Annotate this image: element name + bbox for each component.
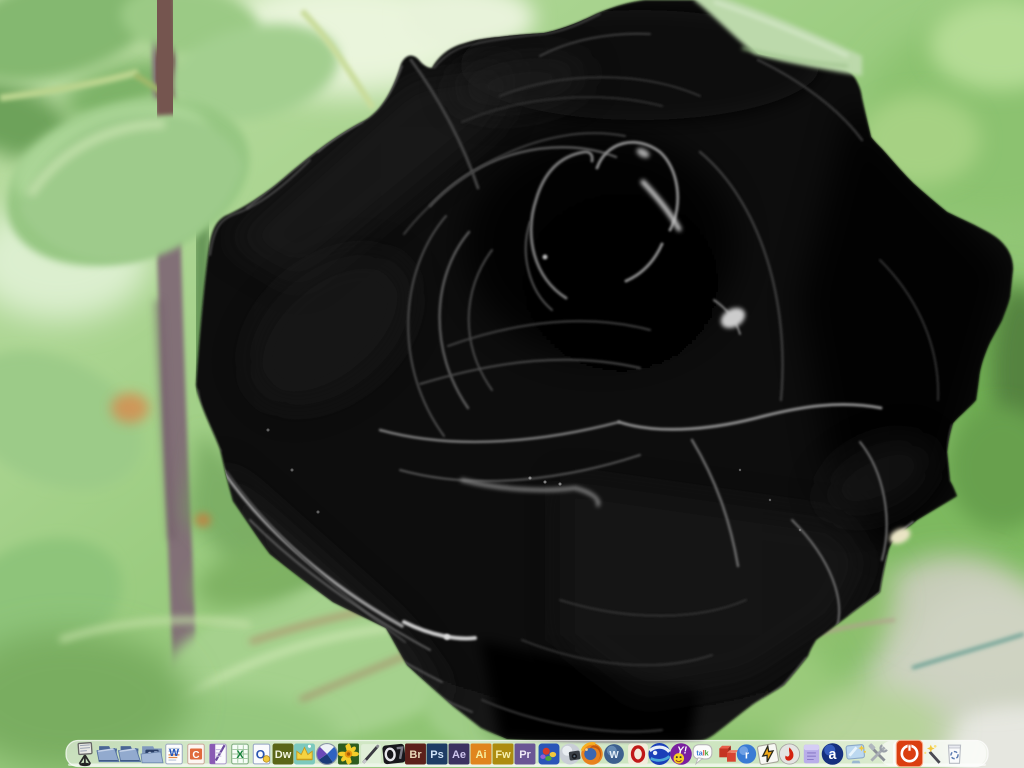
svg-text:a: a bbox=[829, 747, 838, 763]
svg-text:Fw: Fw bbox=[495, 749, 511, 761]
svg-text:W: W bbox=[169, 748, 179, 759]
svg-text:Pr: Pr bbox=[519, 749, 531, 761]
svg-text:r: r bbox=[745, 749, 750, 761]
svg-text:Dw: Dw bbox=[275, 749, 292, 761]
svg-text:X: X bbox=[236, 749, 244, 761]
svg-text:C: C bbox=[192, 750, 199, 761]
svg-text:Ai: Ai bbox=[476, 749, 487, 761]
svg-text:Ae: Ae bbox=[452, 749, 466, 761]
svg-text:Br: Br bbox=[409, 749, 422, 761]
svg-text:Ps: Ps bbox=[430, 749, 443, 761]
svg-text:talk: talk bbox=[696, 750, 708, 758]
svg-text:W: W bbox=[609, 750, 619, 761]
